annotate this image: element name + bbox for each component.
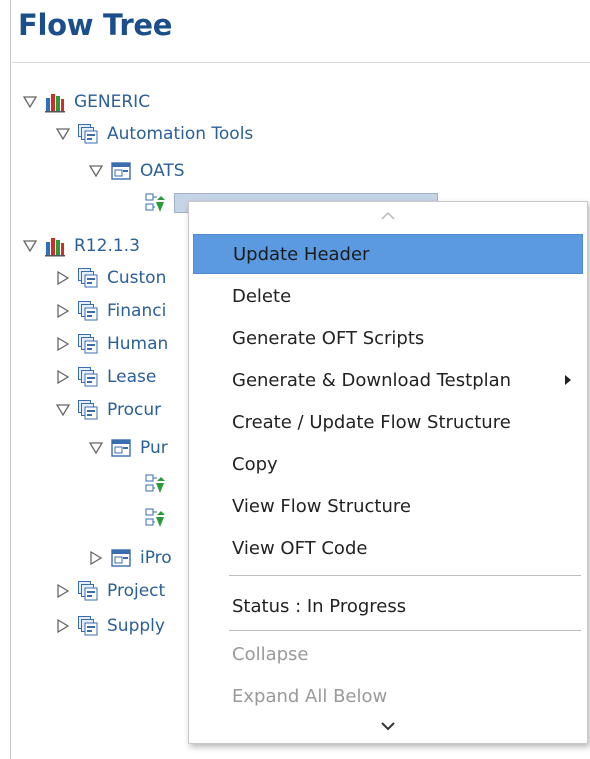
tree-node-supply[interactable]: Supply bbox=[55, 613, 165, 639]
collapsed-triangle-icon[interactable] bbox=[55, 583, 71, 599]
expanded-triangle-icon[interactable] bbox=[55, 126, 71, 142]
tree-node-label: OATS bbox=[140, 161, 185, 181]
submenu-arrow-icon bbox=[565, 375, 571, 385]
window-icon bbox=[110, 547, 132, 569]
menu-item-create-update-flow-structure[interactable]: Create / Update Flow Structure bbox=[193, 402, 583, 442]
tree-node-r12[interactable]: R12.1.3 bbox=[22, 233, 140, 259]
collapsed-triangle-icon[interactable] bbox=[55, 303, 71, 319]
tree-node-purchasing[interactable]: Pur bbox=[88, 435, 168, 461]
title-divider bbox=[12, 62, 590, 63]
tree-node-label: iPro bbox=[140, 548, 172, 568]
tree-node-financials[interactable]: Financi bbox=[55, 298, 166, 324]
tree-node-automation-tools[interactable]: Automation Tools bbox=[55, 121, 253, 147]
collapsed-triangle-icon[interactable] bbox=[55, 336, 71, 352]
menu-item-generate-download-testplan[interactable]: Generate & Download Testplan bbox=[193, 360, 583, 400]
collapsed-triangle-icon[interactable] bbox=[55, 369, 71, 385]
tree-node-label: R12.1.3 bbox=[74, 236, 140, 256]
tree-node-label: Procur bbox=[107, 400, 162, 420]
expanded-triangle-icon[interactable] bbox=[88, 440, 104, 456]
books-icon bbox=[44, 91, 66, 113]
menu-item-status[interactable]: Status : In Progress bbox=[193, 586, 583, 626]
tree-node-lease[interactable]: Lease bbox=[55, 364, 156, 390]
stack-icon bbox=[77, 615, 99, 637]
tree-node-label: GENERIC bbox=[74, 92, 151, 112]
tree-node-label: Supply bbox=[107, 616, 165, 636]
menu-item-expand-all-below: Expand All Below bbox=[232, 685, 388, 707]
menu-item-view-flow-structure[interactable]: View Flow Structure bbox=[193, 486, 583, 526]
menu-separator bbox=[229, 630, 581, 631]
collapsed-triangle-icon[interactable] bbox=[55, 618, 71, 634]
menu-item-update-header[interactable]: Update Header bbox=[193, 234, 583, 274]
panel-border bbox=[10, 0, 11, 759]
expanded-triangle-icon[interactable] bbox=[22, 94, 38, 110]
tree-node-label: Lease bbox=[107, 367, 157, 387]
tree-node-iproc[interactable]: iPro bbox=[88, 545, 172, 571]
stack-icon bbox=[77, 300, 99, 322]
menu-item-view-oft-code[interactable]: View OFT Code bbox=[193, 528, 583, 568]
expanded-triangle-icon[interactable] bbox=[22, 238, 38, 254]
scroll-down-chevron-icon[interactable] bbox=[189, 716, 587, 736]
menu-item-delete[interactable]: Delete bbox=[193, 276, 583, 316]
expanded-triangle-icon[interactable] bbox=[88, 163, 104, 179]
menu-item-copy[interactable]: Copy bbox=[193, 444, 583, 484]
tree-node-procurement[interactable]: Procur bbox=[55, 397, 161, 423]
menu-item-generate-oft-scripts[interactable]: Generate OFT Scripts bbox=[193, 318, 583, 358]
stack-icon bbox=[77, 123, 99, 145]
expanded-triangle-icon[interactable] bbox=[55, 402, 71, 418]
flow-icon bbox=[144, 473, 166, 495]
stack-icon bbox=[77, 399, 99, 421]
stack-icon bbox=[77, 366, 99, 388]
collapsed-triangle-icon[interactable] bbox=[55, 270, 71, 286]
tree-node-flow-2[interactable] bbox=[144, 505, 174, 531]
tree-node-label: Project bbox=[107, 581, 166, 601]
page-title: Flow Tree bbox=[18, 8, 173, 42]
stack-icon bbox=[77, 267, 99, 289]
stack-icon bbox=[77, 580, 99, 602]
stack-icon bbox=[77, 333, 99, 355]
menu-item-collapse: Collapse bbox=[232, 643, 309, 665]
menu-separator bbox=[229, 575, 581, 576]
tree-node-customer[interactable]: Custon bbox=[55, 265, 166, 291]
books-icon bbox=[44, 235, 66, 257]
tree-node-label: Pur bbox=[140, 438, 168, 458]
tree-node-projects[interactable]: Project bbox=[55, 578, 165, 604]
window-icon bbox=[110, 437, 132, 459]
context-menu: Update Header Delete Generate OFT Script… bbox=[188, 201, 588, 744]
tree-node-label: Human bbox=[107, 334, 169, 354]
window-icon bbox=[110, 160, 132, 182]
tree-node-human[interactable]: Human bbox=[55, 331, 168, 357]
tree-node-oats[interactable]: OATS bbox=[88, 158, 185, 184]
scroll-up-chevron-icon[interactable] bbox=[189, 206, 587, 226]
flow-icon bbox=[144, 507, 166, 529]
flow-icon bbox=[144, 192, 166, 214]
tree-node-generic[interactable]: GENERIC bbox=[22, 89, 150, 115]
tree-node-label: Financi bbox=[107, 301, 167, 321]
tree-node-label: Automation Tools bbox=[107, 124, 254, 144]
tree-node-flow-1[interactable] bbox=[144, 471, 174, 497]
tree-node-label: Custon bbox=[107, 268, 167, 288]
collapsed-triangle-icon[interactable] bbox=[88, 550, 104, 566]
